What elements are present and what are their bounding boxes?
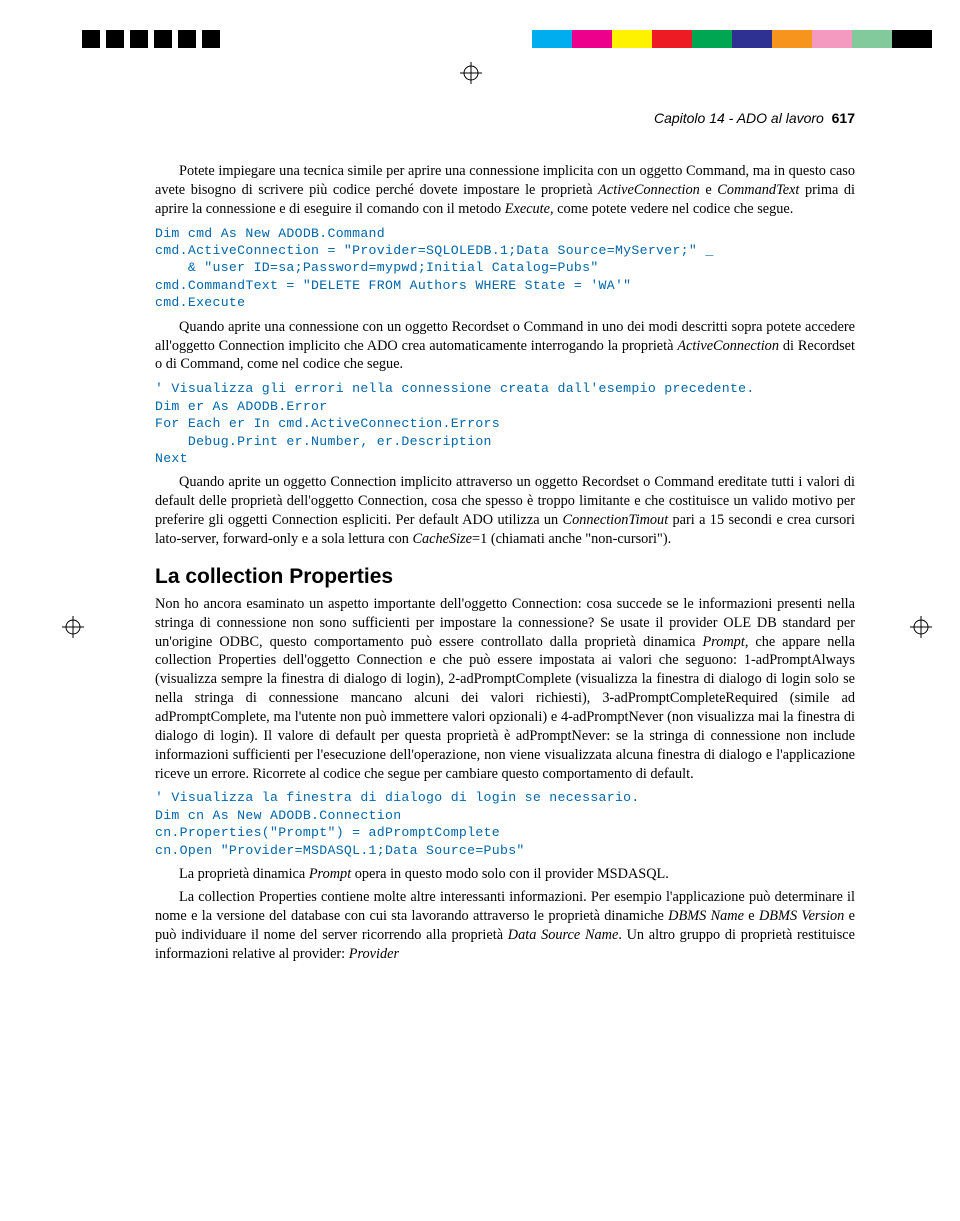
registration-mark-icon <box>460 62 482 84</box>
swatch <box>572 30 612 48</box>
content-area: Capitolo 14 - ADO al lavoro 617 Potete i… <box>155 110 855 967</box>
body-paragraph: Non ho ancora esaminato un aspetto impor… <box>155 595 855 784</box>
swatch <box>154 30 172 48</box>
swatch <box>202 30 220 48</box>
body-paragraph: Quando aprite una connessione con un ogg… <box>155 318 855 375</box>
swatch <box>892 30 932 48</box>
page: Capitolo 14 - ADO al lavoro 617 Potete i… <box>0 0 960 1221</box>
swatch <box>178 30 196 48</box>
swatch <box>692 30 732 48</box>
swatch <box>612 30 652 48</box>
swatch <box>82 30 100 48</box>
right-swatches <box>532 30 932 48</box>
swatch <box>852 30 892 48</box>
code-block: ' Visualizza gli errori nella connession… <box>155 380 855 467</box>
code-block: ' Visualizza la finestra di dialogo di l… <box>155 789 855 859</box>
page-number: 617 <box>832 110 855 126</box>
body-paragraph: Potete impiegare una tecnica simile per … <box>155 162 855 219</box>
swatch <box>652 30 692 48</box>
swatch <box>532 30 572 48</box>
body-paragraph: La collection Properties contiene molte … <box>155 888 855 963</box>
swatch <box>106 30 124 48</box>
color-calibration-bar <box>0 30 960 48</box>
swatch <box>130 30 148 48</box>
chapter-title: Capitolo 14 - ADO al lavoro <box>654 110 824 126</box>
swatch <box>732 30 772 48</box>
swatch <box>812 30 852 48</box>
swatch <box>772 30 812 48</box>
registration-mark-icon <box>62 616 84 638</box>
registration-mark-icon <box>910 616 932 638</box>
section-heading: La collection Properties <box>155 565 855 589</box>
body-paragraph: La proprietà dinamica Prompt opera in qu… <box>155 865 855 884</box>
code-block: Dim cmd As New ADODB.Command cmd.ActiveC… <box>155 225 855 312</box>
body-paragraph: Quando aprite un oggetto Connection impl… <box>155 473 855 548</box>
page-header: Capitolo 14 - ADO al lavoro 617 <box>155 110 855 126</box>
left-swatches <box>82 30 226 48</box>
